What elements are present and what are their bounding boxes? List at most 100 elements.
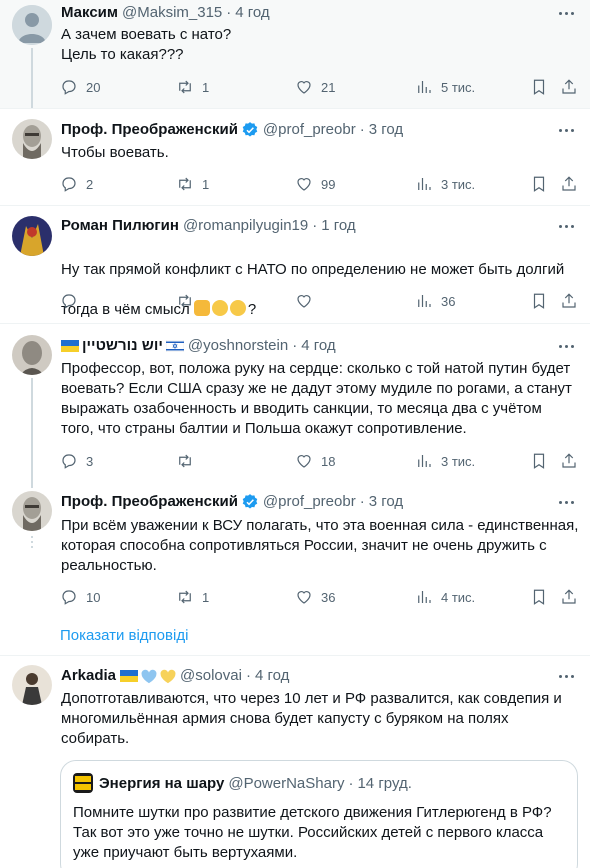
more-icon[interactable] bbox=[556, 3, 576, 23]
verified-icon bbox=[242, 494, 258, 509]
tweet-text: А зачем воевать с нато? Цель то какая??? bbox=[61, 26, 232, 63]
timestamp[interactable]: 4 год bbox=[301, 336, 335, 356]
user-handle[interactable]: @Maksim_315 bbox=[122, 3, 222, 23]
user-handle[interactable]: @prof_preobr bbox=[263, 492, 356, 512]
quote-header: Энергия на шару @PowerNaShary · 14 груд. bbox=[99, 773, 412, 793]
retweet-button[interactable] bbox=[176, 451, 194, 471]
more-icon[interactable] bbox=[556, 216, 576, 236]
quote-text: Помните шутки про развитие детского движ… bbox=[73, 804, 552, 861]
share-button[interactable] bbox=[560, 291, 578, 311]
blue-heart-icon bbox=[141, 669, 157, 683]
retweet-button[interactable] bbox=[176, 291, 194, 311]
share-icon bbox=[562, 589, 576, 604]
more-icon[interactable] bbox=[556, 336, 576, 356]
tweet-header: Arkadia @solovai · 4 год bbox=[61, 666, 289, 686]
views-button[interactable]: 5 тис. bbox=[415, 77, 475, 97]
avatar-image bbox=[12, 119, 52, 159]
timestamp[interactable]: 4 год bbox=[235, 3, 269, 23]
bookmark-button[interactable] bbox=[530, 291, 548, 311]
reply-count: 20 bbox=[86, 79, 101, 95]
reply-button[interactable]: 20 bbox=[60, 77, 100, 97]
retweet-button[interactable]: 1 bbox=[176, 174, 209, 194]
bookmark-icon bbox=[533, 176, 545, 192]
display-name[interactable]: Arkadia bbox=[61, 666, 116, 686]
default-avatar-icon bbox=[12, 5, 52, 45]
avatar[interactable] bbox=[12, 216, 52, 256]
ukraine-flag-icon bbox=[61, 340, 79, 352]
avatar[interactable] bbox=[12, 491, 52, 531]
retweet-icon bbox=[179, 454, 191, 468]
views-count: 36 bbox=[441, 293, 456, 309]
like-button[interactable] bbox=[295, 291, 313, 311]
display-name[interactable]: Роман Пилюгин bbox=[61, 216, 179, 236]
avatar[interactable] bbox=[12, 665, 52, 705]
quote-avatar[interactable] bbox=[73, 773, 93, 793]
bookmark-button[interactable] bbox=[530, 77, 548, 97]
reply-button[interactable] bbox=[60, 291, 78, 311]
avatar[interactable] bbox=[12, 335, 52, 375]
user-handle[interactable]: @PowerNaShary bbox=[228, 775, 344, 792]
display-name[interactable]: Проф. Преображенский bbox=[61, 120, 238, 140]
show-replies-link[interactable]: Показати відповіді bbox=[60, 626, 188, 646]
views-button[interactable]: 4 тис. bbox=[415, 587, 475, 607]
bookmark-button[interactable] bbox=[530, 587, 548, 607]
reply-button[interactable]: 3 bbox=[60, 451, 93, 471]
reply-icon bbox=[62, 590, 76, 605]
quoted-tweet[interactable]: Энергия на шару @PowerNaShary · 14 груд.… bbox=[60, 760, 578, 868]
bookmark-button[interactable] bbox=[530, 174, 548, 194]
user-handle[interactable]: @romanpilyugin19 bbox=[183, 216, 308, 236]
bookmark-button[interactable] bbox=[530, 451, 548, 471]
timestamp[interactable]: 3 год bbox=[369, 492, 403, 512]
display-name[interactable]: Максим bbox=[61, 3, 118, 23]
user-handle[interactable]: @yoshnorstein bbox=[188, 336, 288, 356]
like-button[interactable]: 18 bbox=[295, 451, 335, 471]
like-button[interactable]: 36 bbox=[295, 587, 335, 607]
views-count: 5 тис. bbox=[441, 79, 476, 95]
tweet-actions: 36 bbox=[60, 291, 582, 311]
share-button[interactable] bbox=[560, 587, 578, 607]
avatar[interactable] bbox=[12, 119, 52, 159]
separator: · bbox=[292, 337, 298, 354]
timestamp[interactable]: 4 год bbox=[255, 666, 289, 686]
bookmark-icon bbox=[533, 589, 545, 605]
like-button[interactable]: 99 bbox=[295, 174, 335, 194]
views-icon bbox=[418, 178, 431, 190]
tweet-header: Максим @Maksim_315 · 4 год bbox=[61, 3, 270, 23]
avatar-image bbox=[12, 665, 52, 705]
tweet-actions: 3 18 3 тис. bbox=[60, 451, 582, 471]
share-button[interactable] bbox=[560, 174, 578, 194]
reply-icon bbox=[62, 80, 76, 95]
display-name[interactable]: יוש נורשטיין bbox=[82, 336, 163, 356]
user-handle[interactable]: @prof_preobr bbox=[263, 120, 356, 140]
timestamp[interactable]: 14 груд. bbox=[357, 775, 411, 792]
views-button[interactable]: 3 тис. bbox=[415, 451, 475, 471]
more-icon[interactable] bbox=[556, 120, 576, 140]
views-icon bbox=[418, 455, 431, 467]
separator: · bbox=[245, 667, 251, 684]
yellow-heart-icon bbox=[160, 669, 176, 683]
share-icon bbox=[562, 453, 576, 468]
retweet-button[interactable]: 1 bbox=[176, 587, 209, 607]
share-button[interactable] bbox=[560, 77, 578, 97]
display-name[interactable]: Энергия на шару bbox=[99, 775, 224, 792]
like-icon bbox=[297, 81, 311, 94]
user-handle[interactable]: @solovai bbox=[180, 666, 242, 686]
more-icon[interactable] bbox=[556, 666, 576, 686]
reply-button[interactable]: 2 bbox=[60, 174, 93, 194]
retweet-button[interactable]: 1 bbox=[176, 77, 209, 97]
timestamp[interactable]: 3 год bbox=[369, 120, 403, 140]
divider bbox=[0, 655, 590, 656]
views-button[interactable]: 36 bbox=[415, 291, 455, 311]
reply-button[interactable]: 10 bbox=[60, 587, 100, 607]
views-button[interactable]: 3 тис. bbox=[415, 174, 475, 194]
ukraine-flag-icon bbox=[120, 670, 139, 682]
display-name[interactable]: Проф. Преображенский bbox=[61, 492, 238, 512]
avatar[interactable] bbox=[12, 5, 52, 45]
share-button[interactable] bbox=[560, 451, 578, 471]
reply-count: 2 bbox=[86, 176, 94, 192]
like-icon bbox=[297, 295, 311, 308]
timestamp[interactable]: 1 год bbox=[321, 216, 355, 236]
like-button[interactable]: 21 bbox=[295, 77, 335, 97]
retweet-count: 1 bbox=[202, 79, 210, 95]
more-icon[interactable] bbox=[556, 492, 576, 512]
